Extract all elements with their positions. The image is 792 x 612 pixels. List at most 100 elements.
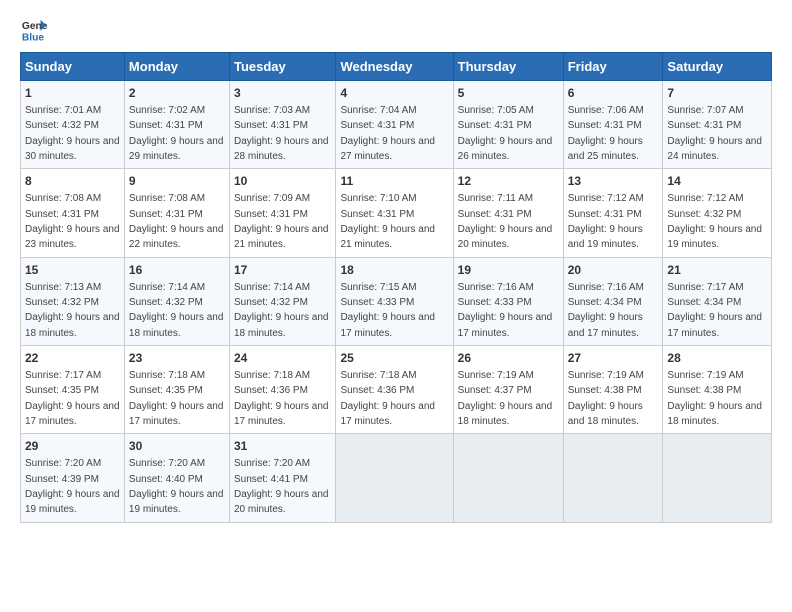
daylight-hours: Daylight: 9 hours and 18 minutes.	[129, 312, 224, 338]
daylight-hours: Daylight: 9 hours and 17 minutes.	[340, 401, 435, 427]
sunset-time: Sunset: 4:34 PM	[568, 297, 642, 308]
calendar-week-4: 22 Sunrise: 7:17 AM Sunset: 4:35 PM Dayl…	[21, 346, 772, 434]
logo: General Blue	[20, 16, 48, 44]
calendar-cell: 22 Sunrise: 7:17 AM Sunset: 4:35 PM Dayl…	[21, 346, 125, 434]
calendar-cell: 16 Sunrise: 7:14 AM Sunset: 4:32 PM Dayl…	[124, 257, 229, 345]
sunset-time: Sunset: 4:39 PM	[25, 474, 99, 485]
sunrise-time: Sunrise: 7:19 AM	[667, 370, 743, 381]
header-monday: Monday	[124, 53, 229, 81]
sunset-time: Sunset: 4:31 PM	[234, 209, 308, 220]
day-number: 15	[25, 262, 120, 279]
daylight-hours: Daylight: 9 hours and 19 minutes.	[667, 224, 762, 250]
sunrise-time: Sunrise: 7:13 AM	[25, 282, 101, 293]
calendar-cell: 27 Sunrise: 7:19 AM Sunset: 4:38 PM Dayl…	[563, 346, 663, 434]
sunset-time: Sunset: 4:31 PM	[340, 120, 414, 131]
header-tuesday: Tuesday	[229, 53, 335, 81]
sunrise-time: Sunrise: 7:12 AM	[667, 193, 743, 204]
daylight-hours: Daylight: 9 hours and 17 minutes.	[667, 312, 762, 338]
calendar-cell: 5 Sunrise: 7:05 AM Sunset: 4:31 PM Dayli…	[453, 81, 563, 169]
sunset-time: Sunset: 4:32 PM	[667, 209, 741, 220]
calendar-cell: 19 Sunrise: 7:16 AM Sunset: 4:33 PM Dayl…	[453, 257, 563, 345]
sunrise-time: Sunrise: 7:04 AM	[340, 105, 416, 116]
daylight-hours: Daylight: 9 hours and 17 minutes.	[340, 312, 435, 338]
day-number: 18	[340, 262, 448, 279]
day-number: 28	[667, 350, 767, 367]
day-number: 12	[458, 173, 559, 190]
calendar-cell	[663, 434, 772, 522]
day-number: 8	[25, 173, 120, 190]
calendar-cell: 17 Sunrise: 7:14 AM Sunset: 4:32 PM Dayl…	[229, 257, 335, 345]
daylight-hours: Daylight: 9 hours and 23 minutes.	[25, 224, 120, 250]
sunset-time: Sunset: 4:32 PM	[25, 120, 99, 131]
calendar-cell: 9 Sunrise: 7:08 AM Sunset: 4:31 PM Dayli…	[124, 169, 229, 257]
sunset-time: Sunset: 4:31 PM	[568, 120, 642, 131]
day-number: 14	[667, 173, 767, 190]
calendar-cell: 30 Sunrise: 7:20 AM Sunset: 4:40 PM Dayl…	[124, 434, 229, 522]
calendar-cell: 24 Sunrise: 7:18 AM Sunset: 4:36 PM Dayl…	[229, 346, 335, 434]
sunrise-time: Sunrise: 7:11 AM	[458, 193, 533, 204]
sunrise-time: Sunrise: 7:16 AM	[458, 282, 534, 293]
day-number: 20	[568, 262, 659, 279]
header-sunday: Sunday	[21, 53, 125, 81]
sunset-time: Sunset: 4:31 PM	[234, 120, 308, 131]
sunrise-time: Sunrise: 7:08 AM	[129, 193, 205, 204]
sunrise-time: Sunrise: 7:02 AM	[129, 105, 205, 116]
daylight-hours: Daylight: 9 hours and 17 minutes.	[458, 312, 553, 338]
daylight-hours: Daylight: 9 hours and 17 minutes.	[129, 401, 224, 427]
calendar-cell	[453, 434, 563, 522]
calendar-cell: 14 Sunrise: 7:12 AM Sunset: 4:32 PM Dayl…	[663, 169, 772, 257]
sunrise-time: Sunrise: 7:17 AM	[667, 282, 743, 293]
day-number: 25	[340, 350, 448, 367]
daylight-hours: Daylight: 9 hours and 21 minutes.	[234, 224, 329, 250]
calendar-cell: 26 Sunrise: 7:19 AM Sunset: 4:37 PM Dayl…	[453, 346, 563, 434]
sunrise-time: Sunrise: 7:01 AM	[25, 105, 101, 116]
sunrise-time: Sunrise: 7:20 AM	[25, 458, 101, 469]
calendar-cell: 15 Sunrise: 7:13 AM Sunset: 4:32 PM Dayl…	[21, 257, 125, 345]
sunrise-time: Sunrise: 7:18 AM	[129, 370, 205, 381]
day-number: 29	[25, 438, 120, 455]
sunrise-time: Sunrise: 7:20 AM	[234, 458, 310, 469]
logo-icon: General Blue	[20, 16, 48, 44]
calendar-cell: 8 Sunrise: 7:08 AM Sunset: 4:31 PM Dayli…	[21, 169, 125, 257]
daylight-hours: Daylight: 9 hours and 28 minutes.	[234, 136, 329, 162]
day-number: 11	[340, 173, 448, 190]
header-wednesday: Wednesday	[336, 53, 453, 81]
sunset-time: Sunset: 4:31 PM	[129, 120, 203, 131]
day-number: 23	[129, 350, 225, 367]
sunset-time: Sunset: 4:36 PM	[234, 385, 308, 396]
calendar-cell: 2 Sunrise: 7:02 AM Sunset: 4:31 PM Dayli…	[124, 81, 229, 169]
day-number: 22	[25, 350, 120, 367]
sunset-time: Sunset: 4:40 PM	[129, 474, 203, 485]
sunset-time: Sunset: 4:35 PM	[25, 385, 99, 396]
header-saturday: Saturday	[663, 53, 772, 81]
calendar-cell: 13 Sunrise: 7:12 AM Sunset: 4:31 PM Dayl…	[563, 169, 663, 257]
sunrise-time: Sunrise: 7:08 AM	[25, 193, 101, 204]
daylight-hours: Daylight: 9 hours and 18 minutes.	[458, 401, 553, 427]
daylight-hours: Daylight: 9 hours and 19 minutes.	[25, 489, 120, 515]
sunrise-time: Sunrise: 7:20 AM	[129, 458, 205, 469]
sunset-time: Sunset: 4:31 PM	[568, 209, 642, 220]
day-number: 7	[667, 85, 767, 102]
sunset-time: Sunset: 4:33 PM	[458, 297, 532, 308]
day-number: 16	[129, 262, 225, 279]
calendar-cell: 20 Sunrise: 7:16 AM Sunset: 4:34 PM Dayl…	[563, 257, 663, 345]
daylight-hours: Daylight: 9 hours and 19 minutes.	[129, 489, 224, 515]
sunrise-time: Sunrise: 7:07 AM	[667, 105, 743, 116]
calendar-cell: 10 Sunrise: 7:09 AM Sunset: 4:31 PM Dayl…	[229, 169, 335, 257]
sunset-time: Sunset: 4:37 PM	[458, 385, 532, 396]
daylight-hours: Daylight: 9 hours and 29 minutes.	[129, 136, 224, 162]
calendar-cell: 25 Sunrise: 7:18 AM Sunset: 4:36 PM Dayl…	[336, 346, 453, 434]
sunrise-time: Sunrise: 7:19 AM	[458, 370, 534, 381]
calendar-cell: 28 Sunrise: 7:19 AM Sunset: 4:38 PM Dayl…	[663, 346, 772, 434]
daylight-hours: Daylight: 9 hours and 18 minutes.	[568, 401, 643, 427]
calendar-week-1: 1 Sunrise: 7:01 AM Sunset: 4:32 PM Dayli…	[21, 81, 772, 169]
daylight-hours: Daylight: 9 hours and 30 minutes.	[25, 136, 120, 162]
calendar-table: SundayMondayTuesdayWednesdayThursdayFrid…	[20, 52, 772, 523]
day-number: 24	[234, 350, 331, 367]
daylight-hours: Daylight: 9 hours and 25 minutes.	[568, 136, 643, 162]
daylight-hours: Daylight: 9 hours and 17 minutes.	[25, 401, 120, 427]
day-number: 3	[234, 85, 331, 102]
calendar-cell: 4 Sunrise: 7:04 AM Sunset: 4:31 PM Dayli…	[336, 81, 453, 169]
sunrise-time: Sunrise: 7:14 AM	[234, 282, 310, 293]
sunset-time: Sunset: 4:31 PM	[458, 120, 532, 131]
